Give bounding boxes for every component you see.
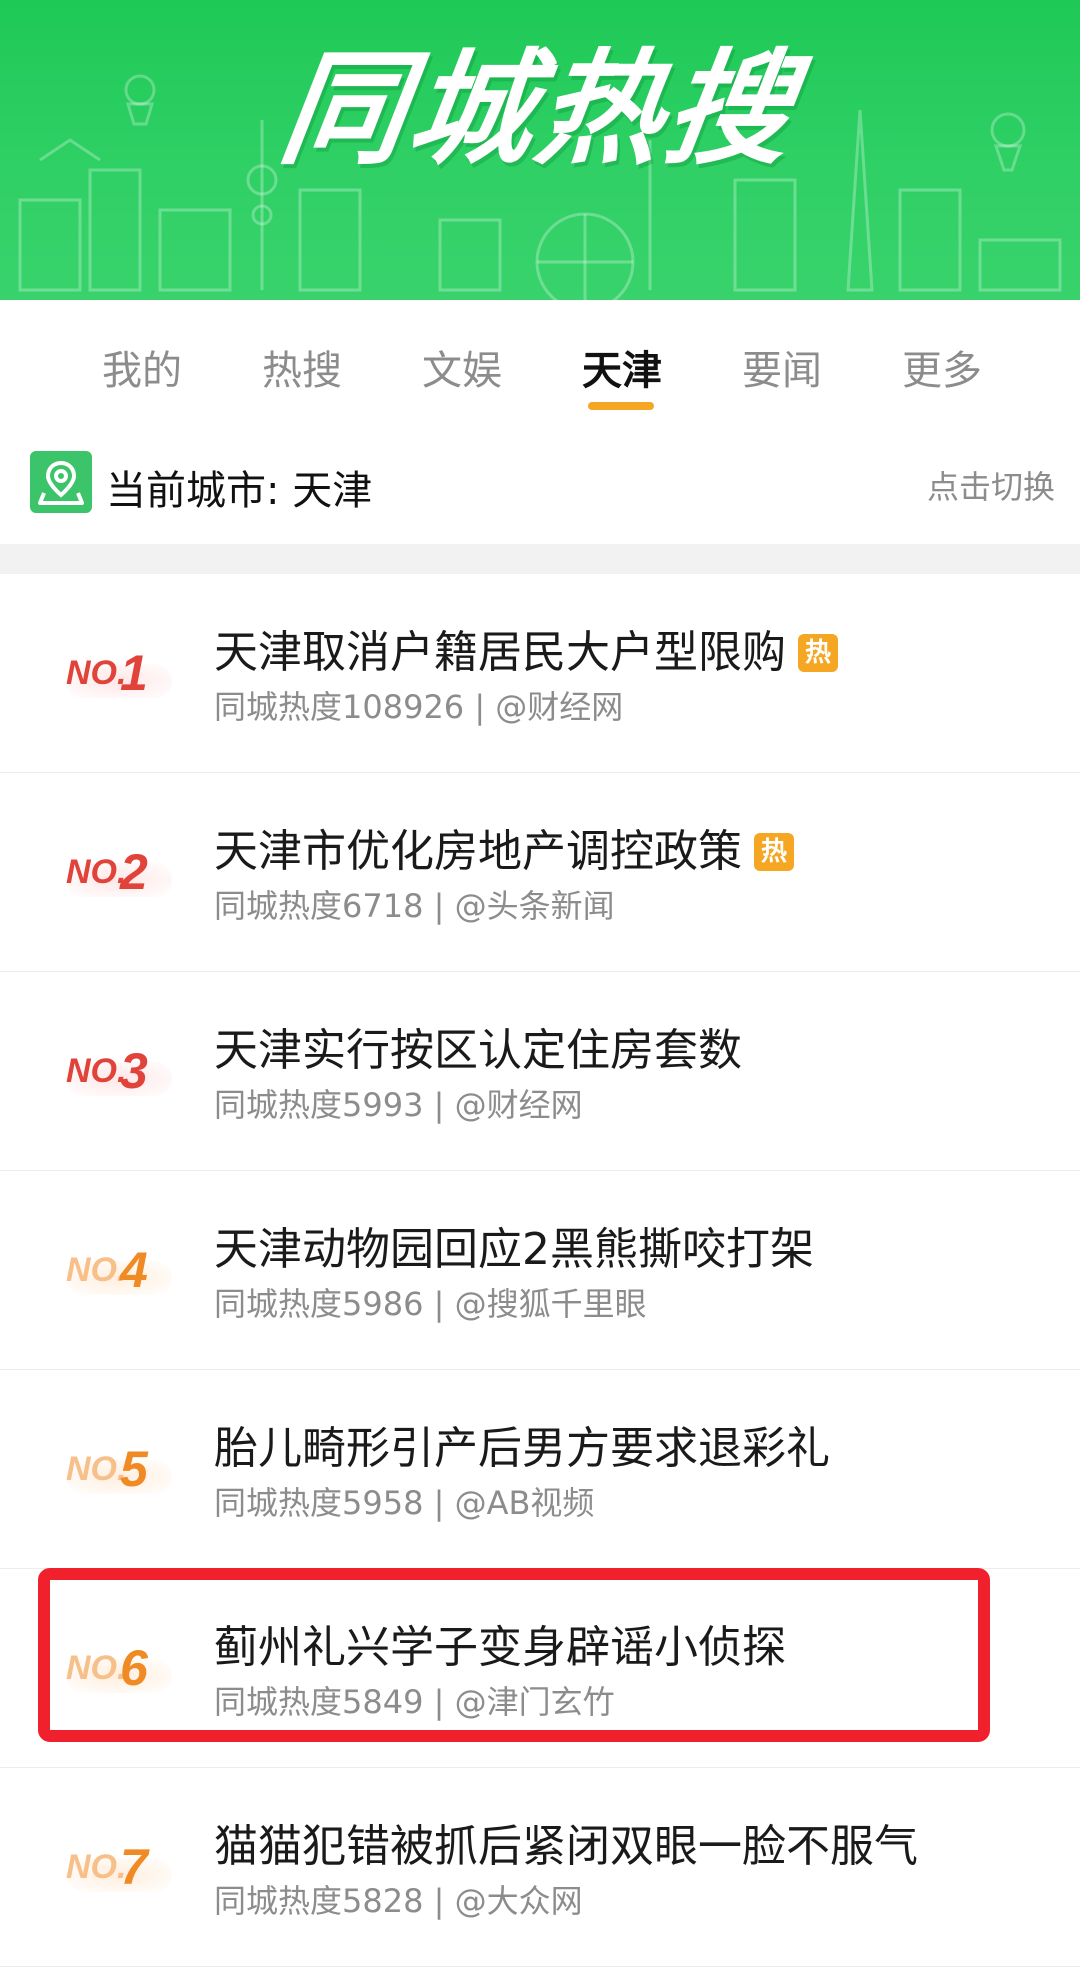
rank-prefix: NO. — [66, 1052, 127, 1090]
list-item[interactable]: NO. 7 猫猫犯错被抓后紧闭双眼一脸不服气 同城热度5828 | @大众网 — [0, 1768, 1080, 1967]
rank-number: 7 — [120, 1839, 148, 1895]
item-meta: 同城热度5828 | @大众网 — [214, 1882, 583, 1920]
rank-prefix: NO. — [66, 1649, 127, 1687]
rank-badge: NO. 3 — [66, 1038, 176, 1099]
item-meta: 同城热度5986 | @搜狐千里眼 — [214, 1285, 647, 1323]
item-title: 天津市优化房地产调控政策 — [214, 826, 742, 877]
active-tab-indicator — [588, 402, 654, 410]
list-item[interactable]: NO. 2 天津市优化房地产调控政策热 同城热度6718 | @头条新闻 — [0, 773, 1080, 972]
item-title: 蓟州礼兴学子变身辟谣小侦探 — [214, 1622, 786, 1673]
item-title: 天津动物园回应2黑熊撕咬打架 — [214, 1224, 814, 1275]
item-title-row: 胎儿畸形引产后男方要求退彩礼 — [214, 1412, 830, 1476]
rank-badge: NO. 4 — [66, 1237, 176, 1298]
rank-prefix: NO. — [66, 654, 127, 692]
hot-badge: 热 — [754, 833, 794, 871]
tab-bar: 我的 热搜 文娱 天津 要闻 更多 — [0, 300, 1080, 419]
item-title-row: 猫猫犯错被抓后紧闭双眼一脸不服气 — [214, 1810, 918, 1874]
item-title: 天津实行按区认定住房套数 — [214, 1025, 742, 1076]
item-meta: 同城热度5958 | @AB视频 — [214, 1484, 595, 1522]
switch-city-button[interactable]: 点击切换 — [927, 462, 1055, 508]
item-title-row: 天津取消户籍居民大户型限购热 — [214, 616, 838, 680]
item-title-row: 天津实行按区认定住房套数 — [214, 1014, 742, 1078]
rank-prefix: NO. — [66, 1450, 127, 1488]
item-meta: 同城热度6718 | @头条新闻 — [214, 887, 615, 925]
item-meta: 同城热度108926 | @财经网 — [214, 688, 624, 726]
item-title: 胎儿畸形引产后男方要求退彩礼 — [214, 1423, 830, 1474]
item-title-row: 天津市优化房地产调控政策热 — [214, 815, 794, 879]
tab-more[interactable]: 更多 — [882, 338, 1002, 396]
list-item[interactable]: NO. 6 蓟州礼兴学子变身辟谣小侦探 同城热度5849 | @津门玄竹 — [0, 1569, 1080, 1768]
rank-prefix: NO. — [66, 1848, 127, 1886]
rank-number: 4 — [120, 1242, 148, 1298]
banner: 同城热搜 — [0, 0, 1080, 300]
list-item[interactable]: NO. 5 胎儿畸形引产后男方要求退彩礼 同城热度5958 | @AB视频 — [0, 1370, 1080, 1569]
location-pin-icon — [30, 451, 92, 513]
rank-number: 6 — [120, 1640, 148, 1696]
rank-badge: NO. 7 — [66, 1834, 176, 1895]
rank-badge: NO. 6 — [66, 1635, 176, 1696]
rank-number: 5 — [120, 1441, 148, 1497]
item-meta: 同城热度5849 | @津门玄竹 — [214, 1683, 615, 1721]
section-divider — [0, 544, 1080, 574]
tab-headlines[interactable]: 要闻 — [722, 338, 842, 396]
item-title: 天津取消户籍居民大户型限购 — [214, 627, 786, 678]
rank-number: 1 — [120, 645, 148, 701]
rank-badge: NO. 1 — [66, 640, 176, 701]
rank-badge: NO. 2 — [66, 839, 176, 900]
item-meta: 同城热度5993 | @财经网 — [214, 1086, 583, 1124]
list-item[interactable]: NO. 3 天津实行按区认定住房套数 同城热度5993 | @财经网 — [0, 972, 1080, 1171]
current-city-label: 当前城市: 天津 — [106, 468, 373, 514]
tab-tianjin[interactable]: 天津 — [562, 338, 682, 396]
item-title: 猫猫犯错被抓后紧闭双眼一脸不服气 — [214, 1821, 918, 1872]
tab-entertainment[interactable]: 文娱 — [402, 338, 522, 396]
item-title-row: 天津动物园回应2黑熊撕咬打架 — [214, 1213, 814, 1277]
list-item[interactable]: NO. 4 天津动物园回应2黑熊撕咬打架 同城热度5986 | @搜狐千里眼 — [0, 1171, 1080, 1370]
rank-number: 2 — [120, 844, 148, 900]
banner-title: 同城热搜 — [272, 38, 805, 182]
hot-badge: 热 — [798, 634, 838, 672]
list-item[interactable]: NO. 1 天津取消户籍居民大户型限购热 同城热度108926 | @财经网 — [0, 574, 1080, 773]
rank-prefix: NO. — [66, 1251, 127, 1289]
item-title-row: 蓟州礼兴学子变身辟谣小侦探 — [214, 1611, 786, 1675]
rank-prefix: NO. — [66, 853, 127, 891]
tab-hot-search[interactable]: 热搜 — [242, 338, 362, 396]
rank-badge: NO. 5 — [66, 1436, 176, 1497]
tab-mine[interactable]: 我的 — [82, 338, 202, 396]
rank-number: 3 — [120, 1043, 148, 1099]
hot-search-list: NO. 1 天津取消户籍居民大户型限购热 同城热度108926 | @财经网 N… — [0, 574, 1080, 1967]
